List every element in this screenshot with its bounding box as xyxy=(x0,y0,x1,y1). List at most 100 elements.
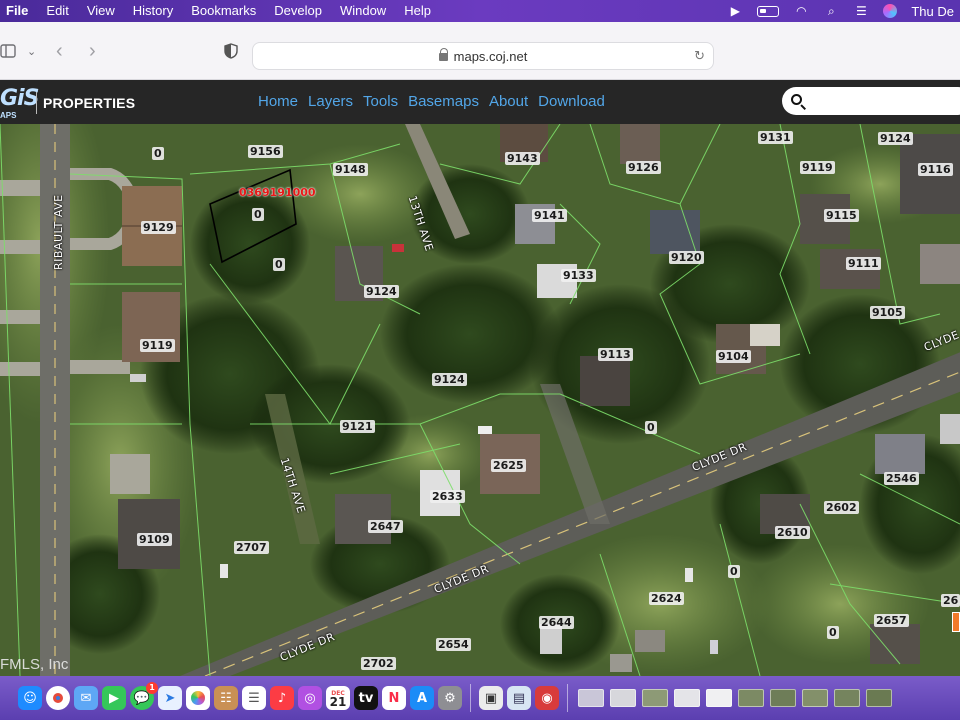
address-bar[interactable]: maps.coj.net ↻ xyxy=(252,42,714,70)
parcel-label[interactable]: 9120 xyxy=(669,251,704,264)
parcel-label[interactable]: 2707 xyxy=(234,541,269,554)
parcel-label[interactable]: 9119 xyxy=(800,161,835,174)
forward-button[interactable]: › xyxy=(89,22,96,80)
nav-download[interactable]: Download xyxy=(538,93,605,110)
back-button[interactable]: ‹ xyxy=(56,22,63,80)
parcel-label[interactable]: 2654 xyxy=(436,638,471,651)
gis-logo[interactable]: GiS xyxy=(0,86,39,111)
nav-about[interactable]: About xyxy=(489,93,528,110)
calendar-icon[interactable]: DEC 21 xyxy=(326,686,350,710)
minimized-window-thumbnail[interactable] xyxy=(642,689,668,707)
parcel-label[interactable]: 0 xyxy=(728,565,740,578)
app-store-icon[interactable]: A xyxy=(410,686,434,710)
privacy-shield-icon[interactable] xyxy=(224,22,238,80)
nav-home[interactable]: Home xyxy=(258,93,298,110)
nav-basemaps[interactable]: Basemaps xyxy=(408,93,479,110)
parcel-label[interactable]: 9105 xyxy=(870,306,905,319)
preview-icon[interactable]: ▣ xyxy=(479,686,503,710)
nav-layers[interactable]: Layers xyxy=(308,93,353,110)
minimized-window-thumbnail[interactable] xyxy=(866,689,892,707)
search-input[interactable] xyxy=(782,87,960,115)
contacts-icon[interactable]: ☷ xyxy=(214,686,238,710)
parcel-label[interactable]: 2602 xyxy=(824,501,859,514)
parcel-label[interactable]: 2657 xyxy=(874,614,909,627)
menu-edit[interactable]: Edit xyxy=(37,0,77,22)
minimized-window-thumbnail[interactable] xyxy=(610,689,636,707)
reminders-icon[interactable]: ☰ xyxy=(242,686,266,710)
parcel-label[interactable]: 9104 xyxy=(716,350,751,363)
chrome-icon[interactable] xyxy=(46,686,70,710)
battery-icon[interactable] xyxy=(757,5,780,17)
parcel-label[interactable]: 9148 xyxy=(333,163,368,176)
parcel-label[interactable]: 9109 xyxy=(137,533,172,546)
menu-file[interactable]: File xyxy=(0,0,37,22)
parcel-label[interactable]: 0 xyxy=(827,626,839,639)
menu-window[interactable]: Window xyxy=(331,0,395,22)
minimized-window-thumbnail[interactable] xyxy=(578,689,604,707)
parcel-label[interactable]: 9141 xyxy=(532,209,567,222)
parcel-label[interactable]: 9111 xyxy=(846,257,881,270)
wifi-icon[interactable]: ◠ xyxy=(793,3,809,19)
parcel-label[interactable]: 9124 xyxy=(878,132,913,145)
mail-icon[interactable]: ✉ xyxy=(74,686,98,710)
nav-tools[interactable]: Tools xyxy=(363,93,398,110)
menu-help[interactable]: Help xyxy=(395,0,440,22)
parcel-label[interactable]: 0 xyxy=(252,208,264,221)
parcel-label[interactable]: 9119 xyxy=(140,339,175,352)
menu-bookmarks[interactable]: Bookmarks xyxy=(182,0,265,22)
facetime-icon[interactable]: ▶ xyxy=(102,686,126,710)
control-center-icon[interactable]: ☰ xyxy=(853,3,869,19)
parcel-label[interactable]: 2625 xyxy=(491,459,526,472)
menu-develop[interactable]: Develop xyxy=(265,0,331,22)
map-view[interactable]: RIBAULT AVE 13TH AVE 14TH AVE CLYDE DR C… xyxy=(0,124,960,676)
parcel-label[interactable]: 9126 xyxy=(626,161,661,174)
reload-icon[interactable]: ↻ xyxy=(694,48,705,64)
parcel-label[interactable]: 9156 xyxy=(248,145,283,158)
menu-history[interactable]: History xyxy=(124,0,182,22)
chevron-down-icon[interactable]: ⌄ xyxy=(27,22,36,80)
minimized-window-thumbnail[interactable] xyxy=(674,689,700,707)
minimized-window-thumbnail[interactable] xyxy=(802,689,828,707)
search-icon[interactable] xyxy=(791,94,802,105)
parcel-label[interactable]: 26 xyxy=(941,594,960,607)
parcel-label[interactable]: 9129 xyxy=(141,221,176,234)
image-capture-icon[interactable]: ▤ xyxy=(507,686,531,710)
parcel-label[interactable]: 9113 xyxy=(598,348,633,361)
map-marker[interactable] xyxy=(952,612,960,632)
music-icon[interactable]: ♪ xyxy=(270,686,294,710)
minimized-window-thumbnail[interactable] xyxy=(738,689,764,707)
parcel-label[interactable]: 9116 xyxy=(918,163,953,176)
finder-icon[interactable]: ☺ xyxy=(18,686,42,710)
system-settings-icon[interactable]: ⚙ xyxy=(438,686,462,710)
parcel-label[interactable]: 2702 xyxy=(361,657,396,670)
selected-parcel-id[interactable]: 0369191000 xyxy=(239,186,316,199)
parcel-label[interactable]: 9121 xyxy=(340,420,375,433)
maps-icon[interactable]: ➤ xyxy=(158,686,182,710)
photo-booth-icon[interactable]: ◉ xyxy=(535,686,559,710)
parcel-label[interactable]: 9115 xyxy=(824,209,859,222)
parcel-label[interactable]: 0 xyxy=(273,258,285,271)
menu-clock[interactable]: Thu De xyxy=(911,4,954,19)
minimized-window-thumbnail[interactable] xyxy=(770,689,796,707)
minimized-window-thumbnail[interactable] xyxy=(834,689,860,707)
photos-icon[interactable] xyxy=(186,686,210,710)
parcel-label[interactable]: 9124 xyxy=(432,373,467,386)
menu-view[interactable]: View xyxy=(78,0,124,22)
minimized-window-thumbnail[interactable] xyxy=(706,689,732,707)
messages-icon[interactable]: 💬 1 xyxy=(130,682,158,710)
spotlight-search-icon[interactable]: ⌕ xyxy=(823,3,839,19)
parcel-label[interactable]: 9131 xyxy=(758,131,793,144)
play-icon[interactable]: ▶ xyxy=(727,3,743,19)
siri-icon[interactable] xyxy=(883,4,898,18)
parcel-label[interactable]: 9143 xyxy=(505,152,540,165)
parcel-label[interactable]: 9133 xyxy=(561,269,596,282)
podcasts-icon[interactable]: ◎ xyxy=(298,686,322,710)
parcel-label[interactable]: 2624 xyxy=(649,592,684,605)
sidebar-toggle-icon[interactable] xyxy=(0,22,18,80)
parcel-label[interactable]: 2647 xyxy=(368,520,403,533)
parcel-label[interactable]: 2610 xyxy=(775,526,810,539)
parcel-label[interactable]: 9124 xyxy=(364,285,399,298)
parcel-label[interactable]: 0 xyxy=(152,147,164,160)
parcel-label[interactable]: 2546 xyxy=(884,472,919,485)
parcel-label[interactable]: 2644 xyxy=(539,616,574,629)
